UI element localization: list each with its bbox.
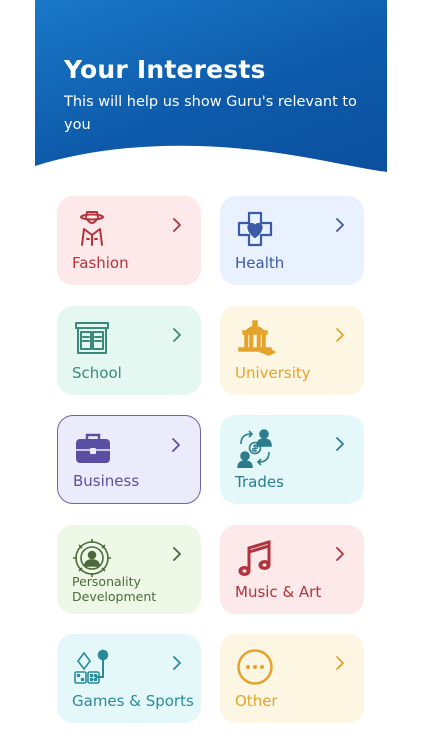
header-wave xyxy=(35,145,387,182)
chevron-right-icon xyxy=(336,218,344,232)
interest-label: Health xyxy=(235,254,285,272)
interest-card-trades[interactable]: Trades xyxy=(220,415,364,504)
page-title: Your Interests xyxy=(64,55,266,84)
interest-label: University xyxy=(235,364,311,382)
interests-screen: Your Interests This will help us show Gu… xyxy=(35,0,387,750)
interest-label: Trades xyxy=(235,473,284,491)
page-subtitle: This will help us show Guru's relevant t… xyxy=(64,94,357,133)
interest-label: Other xyxy=(235,692,278,710)
chevron-right-icon xyxy=(172,438,180,452)
interest-card-business[interactable]: Business xyxy=(57,415,201,504)
interest-card-music-art[interactable]: Music & Art xyxy=(220,525,364,614)
more-icon xyxy=(235,647,275,687)
interest-card-health[interactable]: Health xyxy=(220,196,364,285)
trades-icon xyxy=(235,428,275,468)
health-icon xyxy=(235,209,275,249)
interest-label: School xyxy=(72,364,122,382)
music-notes-icon xyxy=(235,538,275,578)
chevron-right-icon xyxy=(336,547,344,561)
interest-card-games-sports[interactable]: Games & Sports xyxy=(57,634,201,723)
chevron-right-icon xyxy=(336,328,344,342)
school-icon xyxy=(72,319,112,359)
interest-label: Games & Sports xyxy=(72,692,194,710)
chevron-right-icon xyxy=(173,547,181,561)
briefcase-icon xyxy=(73,429,113,469)
fashion-icon xyxy=(72,209,112,249)
interest-card-university[interactable]: University xyxy=(220,306,364,395)
interest-card-fashion[interactable]: Fashion xyxy=(57,196,201,285)
chevron-right-icon xyxy=(173,218,181,232)
interest-card-other[interactable]: Other xyxy=(220,634,364,723)
interest-label: Fashion xyxy=(72,254,129,272)
interest-label: Music & Art xyxy=(235,583,322,601)
chevron-right-icon xyxy=(336,437,344,451)
chevron-right-icon xyxy=(336,656,344,670)
personality-icon xyxy=(72,538,112,578)
interest-card-school[interactable]: School xyxy=(57,306,201,395)
university-icon xyxy=(235,319,275,359)
interest-card-personality-development[interactable]: Personality Development xyxy=(57,525,201,614)
games-icon xyxy=(72,647,112,687)
interest-label: Business xyxy=(73,472,140,490)
chevron-right-icon xyxy=(173,656,181,670)
interest-label: Personality Development xyxy=(72,574,157,604)
chevron-right-icon xyxy=(173,328,181,342)
